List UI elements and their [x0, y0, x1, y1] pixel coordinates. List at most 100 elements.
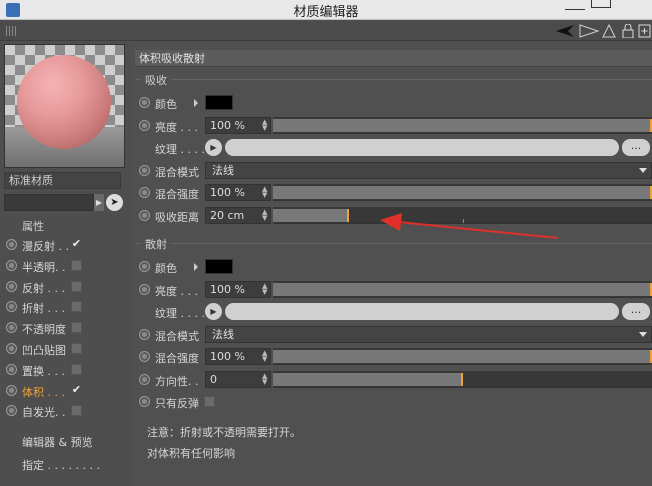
channel-item[interactable]: 体积 . . . ✔ — [0, 381, 130, 401]
channel-item[interactable]: 半透明. . — [0, 256, 130, 276]
slider-fill — [273, 119, 652, 132]
expand-triangle-icon[interactable] — [194, 99, 198, 107]
sc-blend-strength-input[interactable]: 100 % ▲ ▼ — [205, 348, 271, 365]
abs-color-anim-toggle[interactable] — [139, 97, 150, 108]
sc-direction-input[interactable]: 0 ▲ ▼ — [205, 371, 271, 388]
channel-item[interactable]: 自发光. . — [0, 401, 130, 421]
channel-checkbox[interactable] — [71, 405, 82, 417]
spinner-icon[interactable]: ▲ ▼ — [262, 350, 268, 363]
channel-anim-toggle[interactable] — [6, 405, 17, 417]
channel-item[interactable]: 折射 . . . — [0, 297, 130, 317]
channel-anim-toggle[interactable] — [6, 363, 17, 375]
up-arrow-icon[interactable] — [601, 24, 617, 38]
channel-anim-toggle[interactable] — [6, 384, 17, 396]
window-title: 材质编辑器 — [293, 5, 359, 20]
spinner-icon[interactable]: ▲ ▼ — [262, 373, 268, 386]
channel-anim-toggle[interactable] — [6, 322, 17, 334]
sc-blend-strength-slider[interactable] — [273, 348, 652, 365]
back-arrow-icon[interactable] — [556, 24, 578, 38]
channel-label: 置换 . . . — [22, 364, 65, 378]
abs-blend-strength-input[interactable]: 100 % ▲ ▼ — [205, 184, 271, 201]
sc-color-swatch[interactable] — [205, 259, 233, 274]
sc-blend-strength-anim-toggle[interactable] — [139, 351, 150, 362]
spinner-icon[interactable]: ▲ ▼ — [262, 186, 268, 199]
abs-blend-strength-anim-toggle[interactable] — [139, 187, 150, 198]
channel-checkbox[interactable] — [71, 343, 82, 354]
spinner-icon[interactable]: ▲ ▼ — [262, 283, 268, 296]
sc-brightness-input[interactable]: 100 % ▲ ▼ — [205, 281, 271, 298]
new-panel-icon[interactable] — [638, 24, 651, 38]
channel-checkbox[interactable] — [71, 280, 82, 292]
material-search-field[interactable] — [4, 194, 94, 211]
channel-anim-toggle[interactable] — [6, 239, 17, 250]
channel-label: 凹凸贴图 — [22, 344, 66, 357]
slider-handle[interactable] — [460, 373, 463, 386]
abs-blend-strength-slider[interactable] — [273, 184, 652, 201]
abs-texture-more-button[interactable]: ... — [622, 139, 650, 156]
texture-arrow-icon[interactable]: ▶ — [205, 303, 222, 320]
channel-item[interactable]: 凹凸贴图 — [0, 339, 130, 359]
channel-checkbox[interactable] — [71, 363, 82, 375]
channel-anim-toggle[interactable] — [6, 301, 17, 313]
lock-icon[interactable] — [622, 24, 634, 38]
sc-texture-more-button[interactable]: ... — [622, 303, 650, 320]
channel-checkbox[interactable]: ✔ — [71, 384, 82, 396]
channel-anim-toggle[interactable] — [6, 343, 17, 354]
editor-preview-item[interactable]: 编辑器 & 预览 — [22, 434, 93, 450]
abs-color-swatch[interactable] — [205, 95, 233, 110]
expand-triangle-icon[interactable] — [194, 263, 198, 271]
sc-only-reflection-anim-toggle[interactable] — [139, 396, 150, 407]
sc-blend-mode-select[interactable]: 法线 — [205, 326, 652, 343]
sc-direction-slider[interactable] — [273, 371, 652, 388]
sc-brightness-row: 亮度 . . . 100 % ▲ ▼ — [133, 280, 652, 300]
texture-arrow-icon[interactable]: ▶ — [205, 139, 222, 156]
abs-distance-value: 20 cm — [210, 209, 245, 222]
abs-brightness-anim-toggle[interactable] — [139, 120, 150, 131]
note-line-1: 注意：折射或不透明需要打开。 — [147, 426, 301, 439]
sc-texture-field[interactable] — [225, 303, 619, 320]
channel-checkbox[interactable] — [71, 322, 82, 334]
channel-checkbox[interactable]: ✔ — [71, 238, 82, 250]
sc-color-anim-toggle[interactable] — [139, 261, 150, 272]
group-divider — [135, 243, 652, 244]
grip-icon[interactable] — [6, 26, 18, 36]
abs-distance-input[interactable]: 20 cm ▲ ▼ — [205, 207, 271, 224]
channel-item[interactable]: 置换 . . . — [0, 360, 130, 380]
sc-brightness-anim-toggle[interactable] — [139, 284, 150, 295]
sc-blend-mode-anim-toggle[interactable] — [139, 329, 150, 340]
material-preview[interactable] — [4, 44, 125, 168]
spinner-icon[interactable]: ▲ ▼ — [262, 209, 268, 222]
chevron-down-icon — [639, 168, 647, 173]
abs-brightness-slider[interactable] — [273, 117, 652, 134]
spinner-icon[interactable]: ▲ ▼ — [262, 119, 268, 132]
abs-distance-slider[interactable] — [273, 207, 652, 224]
channel-checkbox[interactable] — [71, 301, 82, 313]
triangle-right-icon[interactable]: ▶ — [94, 194, 104, 211]
channel-anim-toggle[interactable] — [6, 259, 17, 271]
assign-item[interactable]: 指定 . . . . . . . . — [22, 457, 100, 473]
slider-fill — [273, 209, 349, 222]
abs-blend-mode-anim-toggle[interactable] — [139, 165, 150, 176]
sc-texture-row: 纹理 . . . . ▶ ... — [133, 302, 652, 322]
channel-anim-toggle[interactable] — [6, 280, 17, 292]
sc-direction-anim-toggle[interactable] — [139, 374, 150, 385]
material-name[interactable]: 标准材质 — [4, 172, 121, 189]
abs-texture-row: 纹理 . . . . ▶ ... — [133, 138, 652, 158]
slider-fill — [273, 350, 652, 363]
abs-distance-anim-toggle[interactable] — [139, 210, 150, 221]
channel-label: 半透明. . — [22, 260, 66, 274]
channel-item[interactable]: 不透明度 — [0, 318, 130, 338]
forward-arrow-icon[interactable] — [578, 24, 600, 38]
abs-texture-field[interactable] — [225, 139, 619, 156]
abs-blend-mode-select[interactable]: 法线 — [205, 162, 652, 179]
pointer-icon[interactable]: ➤ — [106, 194, 123, 211]
slider-handle[interactable] — [346, 209, 349, 222]
sc-only-reflection-checkbox[interactable] — [204, 396, 215, 407]
minimize-button[interactable] — [565, 0, 585, 10]
channel-item[interactable]: 反射 . . . — [0, 277, 130, 297]
channel-checkbox[interactable] — [71, 259, 82, 271]
maximize-button[interactable] — [591, 0, 611, 8]
channel-item[interactable]: 漫反射 . . ✔ — [0, 235, 130, 255]
sc-brightness-slider[interactable] — [273, 281, 652, 298]
abs-brightness-input[interactable]: 100 % ▲ ▼ — [205, 117, 271, 134]
